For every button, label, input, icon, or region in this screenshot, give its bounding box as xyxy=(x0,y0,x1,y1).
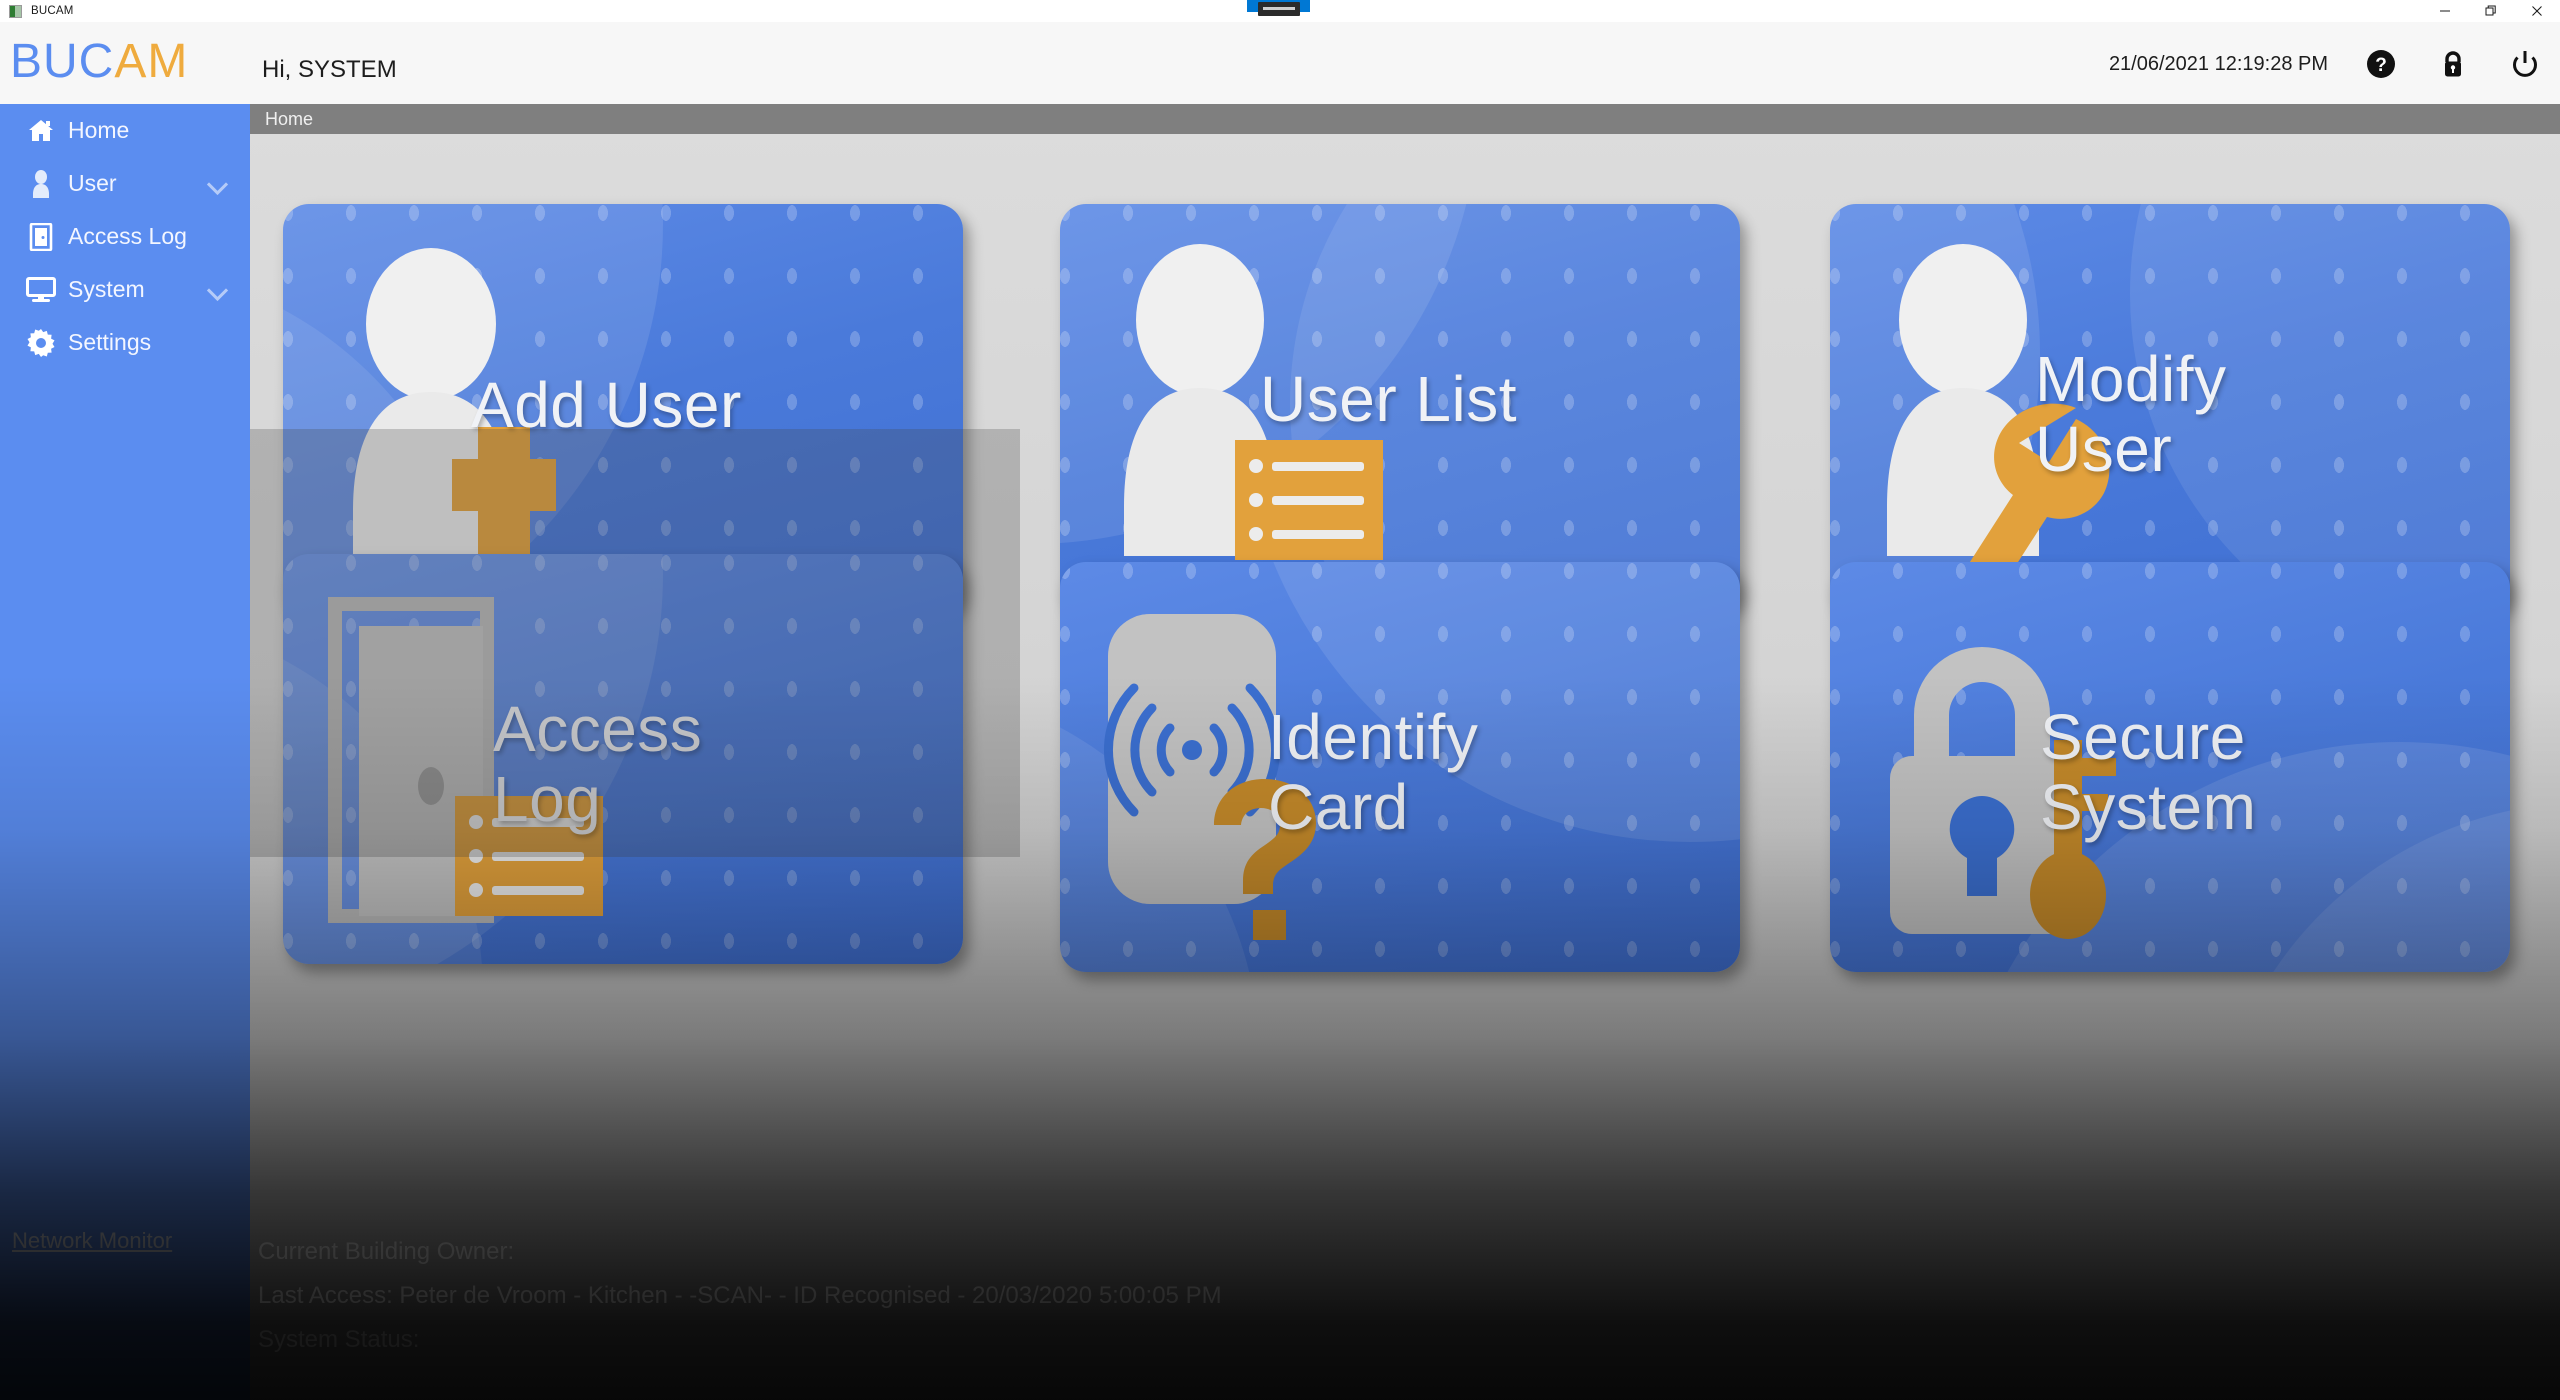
tile-identify-card[interactable]: Identify Card xyxy=(1060,562,1740,972)
tile-user-list[interactable]: User List xyxy=(1060,204,1740,614)
sidebar-item-label: Home xyxy=(68,117,130,143)
sidebar-item-label: System xyxy=(68,276,145,302)
breadcrumb-current: Home xyxy=(265,108,314,129)
status-building-owner: Current Building Owner: xyxy=(258,1238,515,1265)
gear-icon xyxy=(24,328,58,358)
sidebar: Home User Access Log System Settings Net… xyxy=(0,104,250,1400)
tile-label-line2: User xyxy=(2035,413,2173,485)
tile-label-line2: Card xyxy=(1268,771,1409,843)
tile-label-line2: System xyxy=(2040,771,2257,843)
tile-label-line1: Identify xyxy=(1268,701,1479,773)
tile-secure-system[interactable]: Secure System xyxy=(1830,562,2510,972)
sidebar-item-user[interactable]: User xyxy=(0,157,250,210)
sidebar-item-label: User xyxy=(68,170,117,196)
logo-text-primary: BUC xyxy=(10,35,115,88)
sidebar-item-home[interactable]: Home xyxy=(0,104,250,157)
tile-label: User List xyxy=(1260,364,1517,434)
tile-label-line1: Secure xyxy=(2040,701,2246,773)
sidebar-item-label: Settings xyxy=(68,329,152,355)
power-icon[interactable] xyxy=(2506,45,2544,83)
header-datetime: 21/06/2021 12:19:28 PM xyxy=(2108,52,2328,75)
window-minimize-button[interactable] xyxy=(2422,0,2468,22)
tile-hover-highlight xyxy=(250,429,1020,857)
tile-label: Identify Card xyxy=(1268,702,1478,842)
user-greeting: Hi, SYSTEM xyxy=(262,56,397,83)
lock-icon[interactable] xyxy=(2434,45,2472,83)
network-monitor-link[interactable]: Network Monitor xyxy=(12,1228,172,1254)
sidebar-item-system[interactable]: System xyxy=(0,263,250,316)
header-actions: 21/06/2021 12:19:28 PM ? xyxy=(2109,42,2544,86)
status-last-access: Last Access: Peter de Vroom - Kitchen - … xyxy=(258,1282,1222,1309)
status-system-status: System Status: xyxy=(258,1326,420,1353)
window-close-button[interactable] xyxy=(2514,0,2560,22)
svg-text:?: ? xyxy=(2375,55,2387,76)
app-header: BUCAM Hi, SYSTEM 21/06/2021 12:19:28 PM … xyxy=(0,22,2560,104)
tile-label: Secure System xyxy=(2040,702,2256,842)
tile-label: Modify User xyxy=(2035,344,2227,484)
app-logo: BUCAM xyxy=(10,34,188,90)
breadcrumb: Home xyxy=(250,104,2560,134)
door-icon xyxy=(24,222,58,252)
sidebar-item-access-log[interactable]: Access Log xyxy=(0,210,250,263)
window-title: BUCAM xyxy=(31,5,74,17)
chevron-down-icon xyxy=(206,173,229,196)
snap-layout-preview xyxy=(1258,2,1300,16)
main-content: Home Add User User List Modify User Acce… xyxy=(250,104,2560,1400)
sidebar-item-settings[interactable]: Settings xyxy=(0,316,250,369)
help-icon[interactable]: ? xyxy=(2362,45,2400,83)
status-footer: Current Building Owner: Last Access: Pet… xyxy=(250,1230,2560,1400)
sidebar-item-label: Access Log xyxy=(68,223,187,249)
tile-label-line1: User List xyxy=(1260,363,1517,435)
monitor-icon xyxy=(24,275,58,305)
home-icon xyxy=(24,116,58,146)
logo-text-accent: AM xyxy=(114,35,189,88)
tile-modify-user[interactable]: Modify User xyxy=(1830,204,2510,614)
app-icon xyxy=(9,4,22,18)
tile-label-line1: Modify xyxy=(2035,343,2227,415)
user-icon xyxy=(24,169,58,199)
chevron-down-icon xyxy=(206,279,229,302)
window-restore-button[interactable] xyxy=(2468,0,2514,22)
